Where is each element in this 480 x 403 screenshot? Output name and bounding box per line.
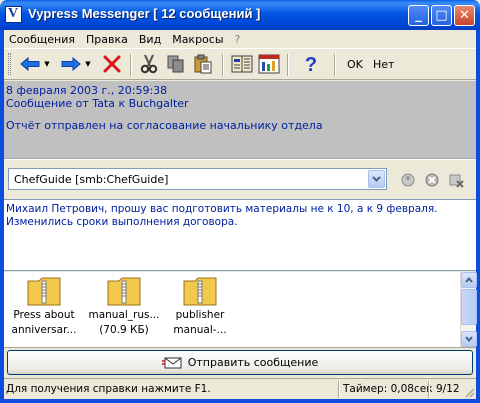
help-button[interactable]: ? — [299, 52, 323, 76]
message-from-line: Сообщение от Tata к Buchgalter — [6, 97, 189, 110]
attachment-name-line1: publisher — [175, 309, 225, 321]
zip-folder-icon — [183, 277, 217, 306]
status-message-counter: 9/12 — [436, 383, 460, 395]
window-frame-bottom — [0, 399, 480, 403]
properties-button[interactable] — [257, 52, 281, 76]
delete-button[interactable] — [100, 52, 124, 76]
toolbar-separator — [287, 54, 289, 76]
attachments-pane: Press about anniversar... manual_rus... … — [4, 272, 477, 348]
chevron-up-icon — [465, 277, 473, 283]
toolbar: ▼ ▼ ? OK Нет — [4, 48, 476, 80]
svg-text:?: ? — [305, 54, 317, 74]
toolbar-separator — [222, 54, 224, 76]
window-frame-right — [476, 30, 480, 403]
attachment-name-line1: manual_rus... — [88, 309, 160, 321]
message-body-text: Михаил Петрович, прошу вас подготовить м… — [6, 203, 438, 228]
send-envelope-icon — [161, 357, 182, 368]
message-header: 8 февраля 2003 г., 20:59:38 Сообщение от… — [4, 81, 476, 159]
scroll-thumb[interactable] — [461, 289, 477, 325]
window-title: Vypress Messenger [ 12 сообщений ] — [28, 6, 261, 21]
menu-bar: Сообщения Правка Вид Макросы ? — [4, 30, 476, 48]
recipient-dropdown-button[interactable] — [368, 170, 385, 188]
toolbar-separator — [130, 54, 132, 76]
attachment-name-line2: anniversar... — [11, 324, 77, 336]
address-book-button[interactable] — [230, 52, 254, 76]
back-arrow-icon — [20, 57, 40, 71]
menu-macros[interactable]: Макросы — [167, 33, 229, 46]
status-separator — [428, 381, 430, 398]
scroll-down-button[interactable] — [461, 331, 477, 347]
title-bar[interactable]: V Vypress Messenger [ 12 сообщений ] _ □… — [0, 0, 480, 30]
scissors-icon — [140, 54, 158, 74]
message-subject: Отчёт отправлен на согласование начальни… — [6, 119, 323, 132]
minimize-button[interactable]: _ — [408, 5, 429, 26]
attachment-size: (70.9 КБ) — [99, 324, 149, 336]
remove-contact-icon[interactable] — [424, 172, 440, 188]
menu-edit[interactable]: Правка — [81, 33, 134, 46]
zip-folder-icon — [27, 277, 61, 306]
app-icon[interactable]: V — [5, 6, 22, 23]
attachment-item[interactable]: manual_rus... (70.9 КБ) — [84, 276, 164, 336]
menu-help[interactable]: ? — [230, 33, 247, 46]
properties-icon — [258, 54, 280, 74]
copy-button[interactable] — [164, 52, 188, 76]
attachment-item[interactable]: Press about anniversar... — [4, 276, 84, 336]
paste-icon — [194, 54, 212, 74]
status-help-text: Для получения справки нажмите F1. — [6, 383, 211, 395]
chevron-down-icon — [465, 336, 473, 342]
menu-view[interactable]: Вид — [134, 33, 167, 46]
message-body-editor[interactable]: Михаил Петрович, прошу вас подготовить м… — [4, 199, 476, 271]
chevron-down-icon — [372, 176, 381, 182]
back-dropdown-icon[interactable]: ▼ — [43, 60, 51, 68]
copy-icon — [167, 55, 184, 73]
status-bar: Для получения справки нажмите F1. Таймер… — [4, 378, 476, 399]
zip-folder-icon — [107, 277, 141, 306]
recipient-row: ChefGuide [smb:ChefGuide] — [4, 159, 476, 199]
forward-button[interactable] — [59, 52, 83, 76]
resize-grip-icon[interactable] — [463, 386, 475, 398]
contact-status-icon[interactable] — [400, 172, 416, 188]
status-separator — [338, 381, 340, 398]
attachments-scrollbar[interactable] — [460, 272, 477, 347]
attachment-item[interactable]: publisher manual-... — [160, 276, 240, 336]
delete-x-icon — [103, 55, 121, 73]
toolbar-grip[interactable] — [8, 53, 11, 75]
send-button-label: Отправить сообщение — [187, 356, 319, 369]
status-timer: Таймер: 0,08сек — [343, 383, 433, 395]
ok-button[interactable]: OK — [347, 58, 363, 71]
toolbar-separator — [334, 54, 336, 76]
paste-button[interactable] — [191, 52, 215, 76]
cut-button[interactable] — [137, 52, 161, 76]
close-button[interactable]: ✕ — [454, 5, 475, 26]
maximize-button[interactable]: □ — [431, 5, 452, 26]
recipient-combobox[interactable]: ChefGuide [smb:ChefGuide] — [8, 168, 387, 190]
no-button[interactable]: Нет — [373, 58, 394, 71]
clear-list-icon[interactable] — [448, 172, 464, 188]
recipient-value: ChefGuide [smb:ChefGuide] — [14, 173, 169, 186]
scroll-up-button[interactable] — [461, 272, 477, 288]
forward-dropdown-icon[interactable]: ▼ — [84, 60, 92, 68]
help-question-icon: ? — [305, 54, 317, 74]
message-datetime: 8 февраля 2003 г., 20:59:38 — [6, 84, 168, 97]
back-button[interactable] — [18, 52, 42, 76]
attachment-name-line1: Press about — [13, 309, 75, 321]
attachment-name-line2: manual-... — [173, 324, 227, 336]
menu-messages[interactable]: Сообщения — [4, 33, 81, 46]
forward-arrow-icon — [61, 57, 81, 71]
address-book-icon — [231, 55, 253, 73]
send-message-button[interactable]: Отправить сообщение — [7, 350, 473, 375]
